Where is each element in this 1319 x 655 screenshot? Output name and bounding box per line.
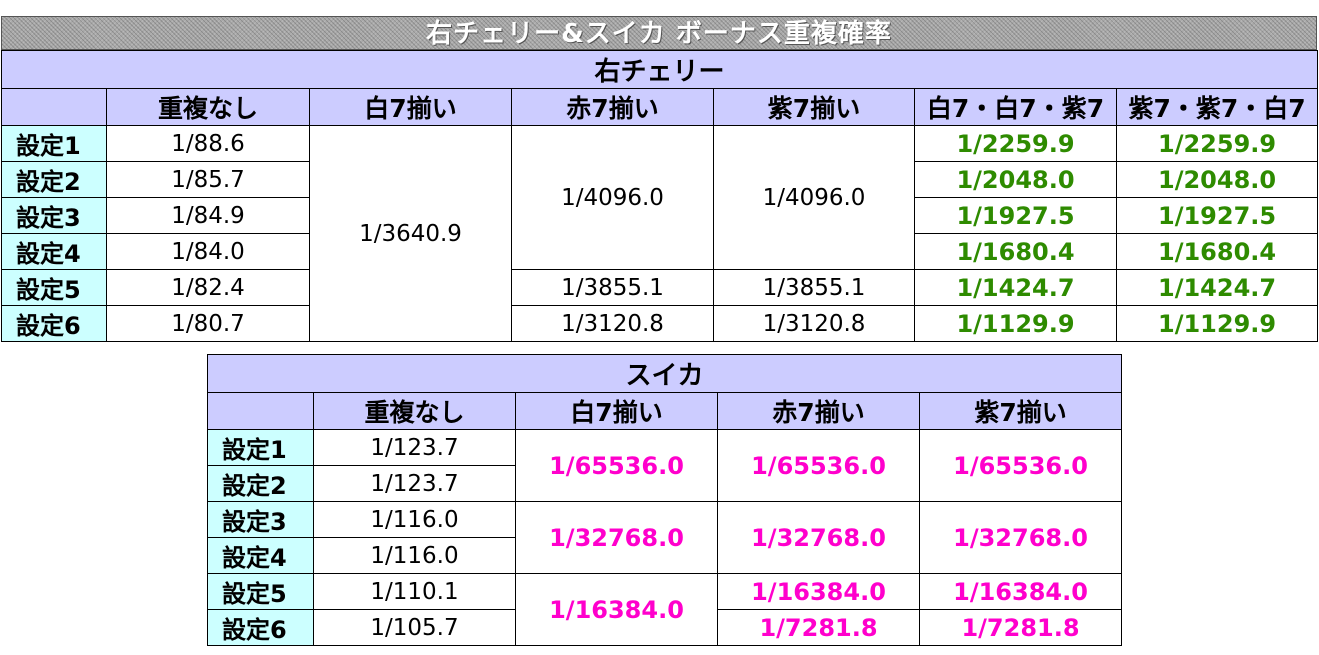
watermelon-purple7-6: 1/7281.8 [918,609,1123,646]
watermelon-no-overlap-1: 1/123.7 [313,429,516,466]
watermelon-purple7-5: 1/16384.0 [918,573,1123,610]
watermelon-header-blank [207,392,314,430]
watermelon-header-no-overlap: 重複なし [313,392,516,430]
watermelon-header-white7: 白7揃い [515,392,718,430]
watermelon-no-overlap-3: 1/116.0 [313,501,516,538]
cherry-wwp-2: 1/2048.0 [914,161,1117,198]
watermelon-section-title: スイカ [206,354,1123,393]
cherry-ppw-1: 1/2259.9 [1115,125,1319,162]
cherry-no-overlap-3: 1/84.9 [106,197,310,234]
cherry-red7-1-4: 1/4096.0 [511,125,714,270]
watermelon-setting-3: 設定3 [207,501,314,538]
watermelon-setting-5: 設定5 [207,573,314,610]
watermelon-white7-5-6: 1/16384.0 [515,573,718,646]
watermelon-red7-1-2: 1/65536.0 [717,429,920,502]
page-title: 右チェリー&スイカ ボーナス重複確率 [1,16,1317,50]
cherry-header-wwp: 白7・白7・紫7 [914,88,1117,126]
cherry-ppw-4: 1/1680.4 [1115,233,1319,270]
cherry-wwp-5: 1/1424.7 [914,269,1117,306]
cherry-section-title: 右チェリー [0,50,1319,89]
watermelon-header-red7: 赤7揃い [717,392,920,430]
cherry-red7-6: 1/3120.8 [511,305,714,342]
cherry-setting-5: 設定5 [1,269,107,306]
cherry-purple7-1-4: 1/4096.0 [713,125,915,270]
watermelon-setting-2: 設定2 [207,465,314,502]
cherry-wwp-1: 1/2259.9 [914,125,1117,162]
watermelon-table: スイカ 重複なし 白7揃い 赤7揃い 紫7揃い 設定1 1/123.7 1/65… [206,354,1123,646]
cherry-setting-3: 設定3 [1,197,107,234]
watermelon-setting-6: 設定6 [207,609,314,646]
cherry-header-purple7: 紫7揃い [713,88,915,126]
cherry-white7-all: 1/3640.9 [309,125,512,342]
watermelon-white7-1-2: 1/65536.0 [515,429,718,502]
cherry-header-red7: 赤7揃い [511,88,714,126]
cherry-header-ppw: 紫7・紫7・白7 [1115,88,1319,126]
watermelon-purple7-3-4: 1/32768.0 [918,501,1123,574]
watermelon-red7-5: 1/16384.0 [717,573,920,610]
cherry-ppw-6: 1/1129.9 [1115,305,1319,342]
cherry-red7-5: 1/3855.1 [511,269,714,306]
cherry-wwp-4: 1/1680.4 [914,233,1117,270]
cherry-ppw-3: 1/1927.5 [1115,197,1319,234]
cherry-no-overlap-1: 1/88.6 [106,125,310,162]
cherry-purple7-5: 1/3855.1 [713,269,915,306]
cherry-setting-6: 設定6 [1,305,107,342]
watermelon-no-overlap-4: 1/116.0 [313,537,516,574]
cherry-ppw-2: 1/2048.0 [1115,161,1319,198]
watermelon-no-overlap-6: 1/105.7 [313,609,516,646]
cherry-no-overlap-6: 1/80.7 [106,305,310,342]
watermelon-red7-6: 1/7281.8 [717,609,920,646]
watermelon-white7-3-4: 1/32768.0 [515,501,718,574]
cherry-setting-2: 設定2 [1,161,107,198]
cherry-no-overlap-5: 1/82.4 [106,269,310,306]
cherry-table: 右チェリー 重複なし 白7揃い 赤7揃い 紫7揃い 白7・白7・紫7 紫7・紫7… [0,50,1319,342]
cherry-setting-4: 設定4 [1,233,107,270]
watermelon-purple7-1-2: 1/65536.0 [918,429,1123,502]
cherry-no-overlap-2: 1/85.7 [106,161,310,198]
cherry-header-no-overlap: 重複なし [106,88,310,126]
watermelon-setting-1: 設定1 [207,429,314,466]
cherry-setting-1: 設定1 [1,125,107,162]
cherry-purple7-6: 1/3120.8 [713,305,915,342]
watermelon-header-purple7: 紫7揃い [918,392,1123,430]
cherry-wwp-3: 1/1927.5 [914,197,1117,234]
cherry-header-blank [1,88,107,126]
cherry-no-overlap-4: 1/84.0 [106,233,310,270]
watermelon-no-overlap-2: 1/123.7 [313,465,516,502]
watermelon-setting-4: 設定4 [207,537,314,574]
cherry-ppw-5: 1/1424.7 [1115,269,1319,306]
watermelon-no-overlap-5: 1/110.1 [313,573,516,610]
watermelon-red7-3-4: 1/32768.0 [717,501,920,574]
cherry-header-white7: 白7揃い [309,88,512,126]
cherry-wwp-6: 1/1129.9 [914,305,1117,342]
